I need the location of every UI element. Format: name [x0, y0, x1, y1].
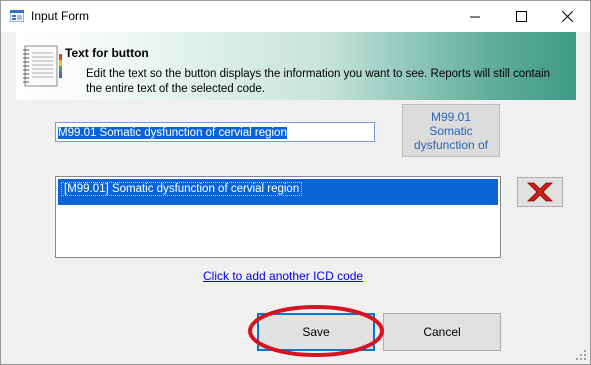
preview-line-2: Somatic — [429, 124, 473, 138]
header-banner: Text for button Edit the text so the but… — [16, 32, 576, 100]
form-app-icon — [10, 10, 24, 22]
input-form-window: Input Form Text for button Edit the text… — [0, 0, 591, 365]
selected-codes-list[interactable]: [M99.01] Somatic dysfunction of cervial … — [55, 176, 501, 258]
maximize-icon — [515, 11, 527, 22]
list-item-label: [M99.01] Somatic dysfunction of cervial … — [61, 182, 303, 196]
close-button[interactable] — [544, 1, 590, 32]
button-text-input[interactable]: M99.01 Somatic dysfunction of cervial re… — [55, 122, 375, 142]
resize-grip-icon[interactable] — [575, 349, 587, 361]
title-bar[interactable]: Input Form — [1, 1, 590, 32]
maximize-button[interactable] — [498, 1, 544, 32]
document-list-icon — [23, 45, 62, 87]
list-item[interactable]: [M99.01] Somatic dysfunction of cervial … — [58, 179, 498, 205]
button-text-value: M99.01 Somatic dysfunction of cervial re… — [58, 127, 287, 139]
delete-code-button[interactable] — [517, 177, 563, 207]
minimize-icon — [469, 16, 480, 18]
preview-line-1: M99.01 — [430, 110, 472, 124]
delete-x-icon — [527, 182, 553, 202]
banner-description: Edit the text so the button displays the… — [86, 68, 551, 95]
button-preview[interactable]: M99.01 Somatic dysfunction of — [402, 104, 500, 157]
cancel-button[interactable]: Cancel — [383, 313, 501, 351]
save-button[interactable]: Save — [257, 313, 375, 351]
window-title: Input Form — [31, 9, 90, 23]
add-icd-code-link[interactable]: Click to add another ICD code — [203, 269, 363, 283]
banner-title: Text for button — [65, 46, 149, 60]
preview-line-3: dysfunction of — [413, 138, 489, 152]
close-icon — [561, 11, 573, 22]
minimize-button[interactable] — [452, 1, 498, 32]
